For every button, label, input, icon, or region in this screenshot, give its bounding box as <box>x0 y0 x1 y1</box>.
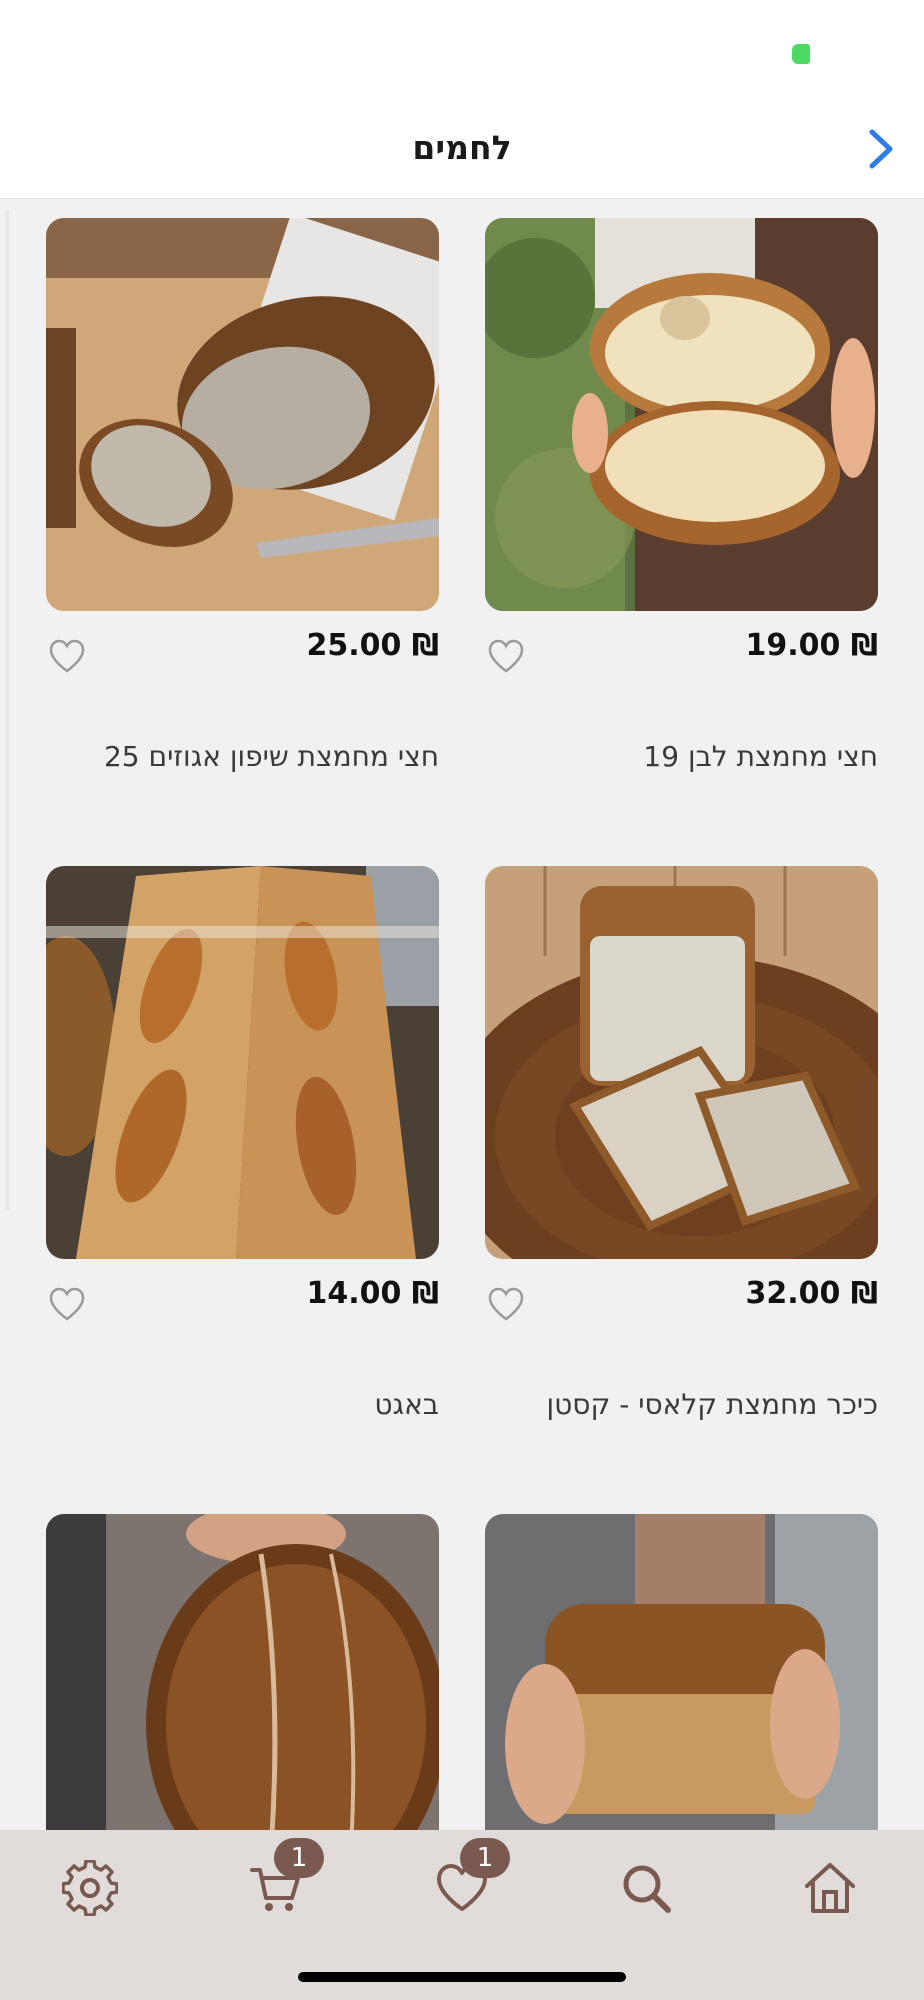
favorites-badge: 1 <box>460 1838 510 1878</box>
product-name: באגט <box>374 1388 439 1421</box>
product-price: ₪ 19.00 <box>745 628 878 663</box>
chevron-right-icon <box>869 129 893 169</box>
product-name: חצי מחמצת לבן 19 <box>643 740 878 773</box>
heart-icon <box>49 1287 85 1321</box>
favorite-button[interactable] <box>487 638 525 674</box>
heart-icon <box>49 639 85 673</box>
product-card[interactable]: ₪ 25.00 חצי מחמצת שיפון אגוזים 25 <box>46 218 439 773</box>
status-indicator <box>792 44 810 64</box>
home-indicator <box>298 1972 626 1982</box>
cart-badge: 1 <box>274 1838 324 1878</box>
product-card[interactable]: ₪ 32.00 כיכר מחמצת קלאסי - קסטן <box>485 866 878 1421</box>
product-price: ₪ 14.00 <box>306 1276 439 1311</box>
product-image[interactable] <box>46 866 439 1259</box>
product-card[interactable]: ₪ 14.00 באגט <box>46 866 439 1421</box>
status-bar <box>0 0 924 110</box>
page-title: לחמים <box>412 128 512 167</box>
product-image[interactable] <box>485 218 878 611</box>
scroll-indicator <box>6 210 9 1210</box>
product-price: ₪ 32.00 <box>745 1276 878 1311</box>
product-card[interactable]: ₪ 19.00 חצי מחמצת לבן 19 <box>485 218 878 773</box>
product-name: כיכר מחמצת קלאסי - קסטן <box>546 1388 878 1421</box>
home-icon <box>805 1863 855 1913</box>
favorite-button[interactable] <box>487 1286 525 1322</box>
tab-settings[interactable] <box>61 1859 122 1920</box>
header: לחמים <box>0 110 924 199</box>
search-icon <box>623 1865 671 1913</box>
back-button[interactable] <box>860 124 900 174</box>
favorite-button[interactable] <box>48 1286 86 1322</box>
tab-home[interactable] <box>802 1860 862 1920</box>
heart-icon <box>488 639 524 673</box>
product-name: חצי מחמצת שיפון אגוזים 25 <box>103 740 439 773</box>
product-image[interactable] <box>46 218 439 611</box>
favorite-button[interactable] <box>48 638 86 674</box>
gear-icon <box>61 1859 119 1917</box>
heart-icon <box>488 1287 524 1321</box>
tab-favorites[interactable]: 1 <box>434 1838 510 1920</box>
tab-search[interactable] <box>618 1860 678 1920</box>
tab-cart[interactable]: 1 <box>248 1838 324 1920</box>
product-price: ₪ 25.00 <box>306 628 439 663</box>
product-image[interactable] <box>485 866 878 1259</box>
